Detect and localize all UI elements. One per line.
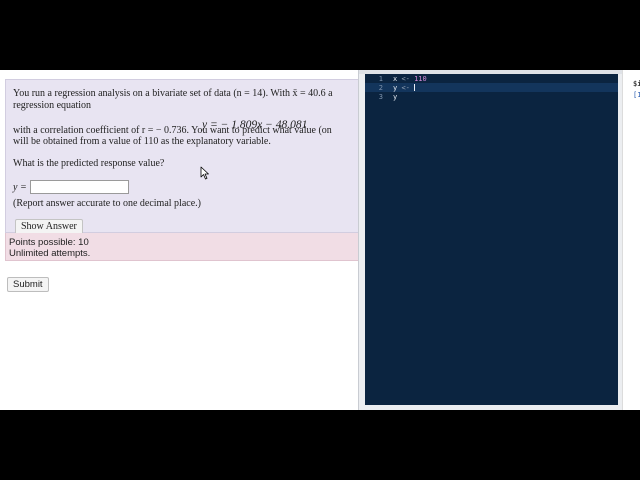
- browser-viewport: You run a regression analysis on a bivar…: [0, 70, 640, 410]
- question-text-line-1: You run a regression analysis on a bivar…: [13, 88, 333, 99]
- line-number: 2: [378, 84, 383, 92]
- code-assign-operator: <-: [401, 84, 410, 92]
- question-text-line-4: will be obtained from a value of 110 as …: [13, 136, 271, 147]
- submit-button[interactable]: Submit: [7, 277, 49, 292]
- question-text-line-2: regression equation: [13, 100, 92, 111]
- code-line-1[interactable]: x <- 110: [393, 75, 427, 83]
- rounding-note: (Report answer accurate to one decimal p…: [13, 198, 201, 209]
- answer-input[interactable]: [30, 180, 129, 194]
- console-panel: $i [1: [622, 70, 640, 410]
- code-variable: y: [393, 93, 398, 101]
- code-line-3[interactable]: y: [393, 93, 397, 101]
- text-cursor: [414, 84, 416, 91]
- code-variable: y: [393, 84, 398, 92]
- points-possible: Points possible: 10: [9, 237, 89, 248]
- code-variable: x: [393, 75, 398, 83]
- line-number: 1: [378, 75, 383, 83]
- line-number: 3: [378, 93, 383, 101]
- answer-label: y =: [13, 182, 27, 193]
- code-assign-operator: <-: [401, 75, 410, 83]
- points-panel: Points possible: 10 Unlimited attempts.: [5, 233, 360, 261]
- code-number: 110: [414, 75, 427, 83]
- question-panel: You run a regression analysis on a bivar…: [5, 79, 360, 235]
- console-text: $i: [633, 80, 640, 88]
- code-editor-pane[interactable]: 1 2 3 x <- 110 y <- y: [365, 74, 618, 405]
- console-output: [1: [633, 91, 640, 99]
- question-prompt: What is the predicted response value?: [13, 158, 165, 169]
- mouse-cursor-icon: [200, 166, 209, 180]
- attempts-info: Unlimited attempts.: [9, 248, 91, 259]
- code-line-2[interactable]: y <-: [393, 84, 416, 92]
- code-editor-window: 1 2 3 x <- 110 y <- y: [358, 70, 623, 410]
